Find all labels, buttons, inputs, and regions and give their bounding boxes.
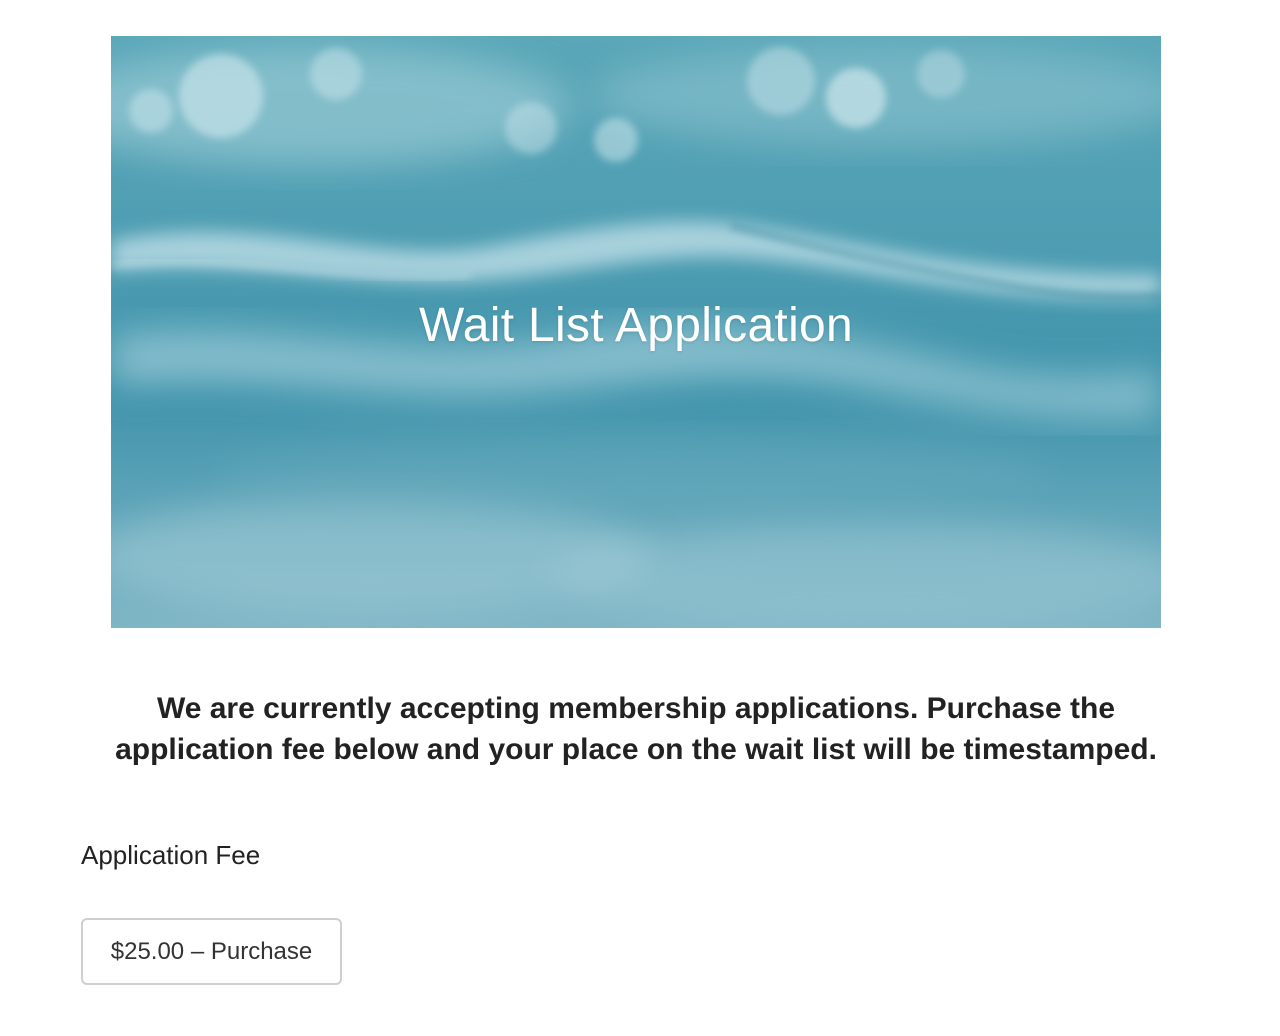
page: Wait List Application We are currently a… bbox=[0, 0, 1280, 1036]
page-title: Wait List Application bbox=[418, 299, 854, 352]
hero-banner: Wait List Application bbox=[111, 36, 1161, 628]
intro-text: We are currently accepting membership ap… bbox=[115, 692, 1157, 766]
product-title: Application Fee bbox=[81, 840, 261, 870]
purchase-button[interactable]: $25.00 – Purchase bbox=[81, 918, 342, 985]
